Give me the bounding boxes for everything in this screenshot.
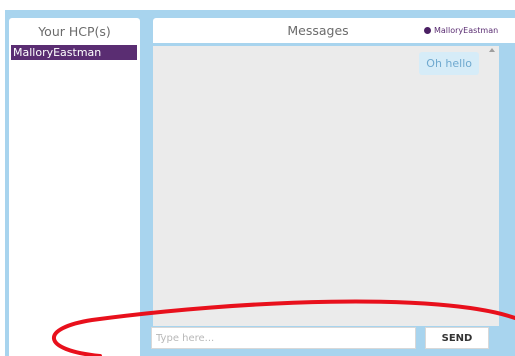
message-input[interactable] — [151, 327, 416, 349]
scroll-up-arrow-icon[interactable] — [489, 48, 495, 52]
hcp-list-title: Your HCP(s) — [38, 24, 111, 39]
hcp-list-panel: Your HCP(s) MalloryEastman — [9, 18, 140, 356]
hcp-list-item-mallory-eastman[interactable]: MalloryEastman — [11, 45, 137, 60]
online-user-name: MalloryEastman — [434, 26, 499, 35]
online-status-icon — [424, 27, 431, 34]
message-bubble: Oh hello — [419, 52, 479, 75]
message-thread: Oh hello — [153, 46, 487, 326]
messages-panel: Messages MalloryEastman Oh hello — [153, 18, 515, 326]
left-strip — [0, 0, 5, 356]
top-strip — [0, 0, 515, 10]
send-button[interactable]: SEND — [425, 327, 489, 349]
message-scrollbar[interactable] — [487, 46, 499, 326]
messages-header: Messages MalloryEastman — [153, 18, 515, 43]
